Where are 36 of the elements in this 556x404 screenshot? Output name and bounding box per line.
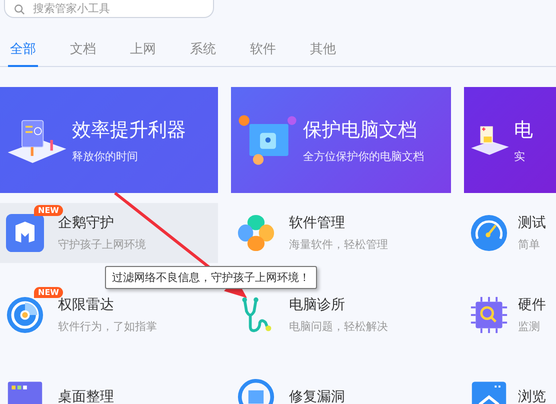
tool-item[interactable]: 修复漏洞 (231, 367, 451, 404)
banner-subtitle: 实 (514, 148, 526, 164)
tooltip: 过滤网络不良信息，守护孩子上网环境！ (105, 266, 317, 289)
banner-title: 电 (514, 118, 533, 142)
tool-name: 电脑诊所 (289, 296, 346, 314)
tool-description: 电脑问题，轻松解决 (289, 319, 388, 334)
tool-name: 测试 (518, 214, 546, 232)
tool-item[interactable]: 硬件 监测 (464, 285, 556, 345)
tool-item[interactable]: 浏览 (464, 367, 556, 404)
tool-name: 桌面整理 (58, 388, 114, 404)
new-badge: NEW (34, 287, 63, 298)
promo-banner[interactable]: 效率提升利器 释放你的时间 (0, 87, 218, 193)
promo-banner[interactable]: 保护电脑文档 全方位保护你的电脑文档 (231, 87, 451, 193)
tool-name: 浏览 (518, 388, 546, 404)
tool-description: 软件行为，了如指掌 (58, 319, 157, 334)
banner-title: 保护电脑文档 (303, 118, 418, 142)
new-badge: NEW (34, 205, 63, 216)
category-tab[interactable]: 全部 (8, 36, 38, 67)
tool-name: 权限雷达 (58, 296, 115, 314)
tool-description: 监测 (518, 319, 541, 334)
tool-name: 软件管理 (289, 214, 346, 232)
tool-name: 硬件 (518, 296, 546, 314)
tool-name: 企鹅守护 (58, 214, 115, 232)
banner-subtitle: 全方位保护你的电脑文档 (303, 148, 424, 164)
tool-description: 简单 (518, 237, 541, 252)
search-field[interactable]: 搜索管家小工具 (4, 0, 214, 18)
tool-description: 守护孩子上网环境 (58, 237, 146, 252)
tool-item[interactable]: 测试 简单 (464, 203, 556, 263)
tool-item[interactable]: 软件管理 海量软件，轻松管理 (231, 203, 451, 263)
tool-item[interactable]: NEW 企鹅守护 守护孩子上网环境 (0, 203, 218, 263)
tool-item[interactable]: 桌面整理 (0, 367, 218, 404)
tool-name: 修复漏洞 (289, 388, 345, 404)
banner-subtitle: 释放你的时间 (72, 148, 139, 164)
tool-description: 海量软件，轻松管理 (289, 237, 388, 252)
banner-title: 效率提升利器 (72, 118, 186, 142)
promo-banner[interactable]: 电 实 (464, 87, 556, 193)
